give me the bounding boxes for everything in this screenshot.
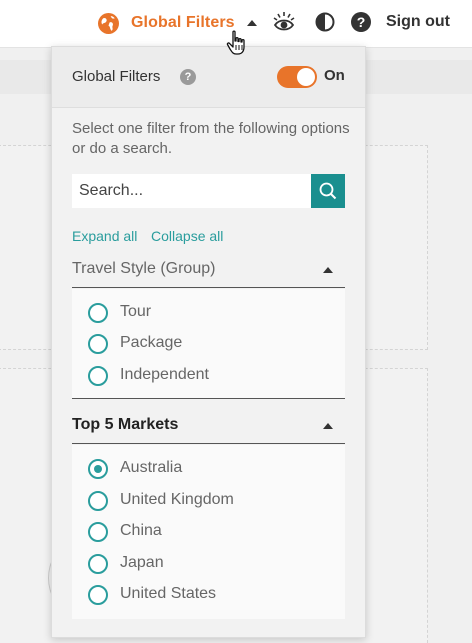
search-input[interactable] [72,174,311,208]
group-title: Travel Style (Group) [72,260,216,277]
filter-instructions: Select one filter from the following opt… [72,120,350,157]
radio-option-tour[interactable]: Tour [72,299,345,327]
radio-button[interactable] [88,366,108,386]
radio-button-selected[interactable] [88,459,108,479]
global-filters-label[interactable]: Global Filters [131,14,235,32]
panel-header: Global Filters ? On [52,47,365,108]
eye-icon[interactable] [273,11,295,33]
help-icon[interactable]: ? [351,12,371,32]
group-title: Top 5 Markets [72,416,179,433]
option-label: United Kingdom [120,491,234,508]
hand-cursor-icon [226,30,245,55]
search-icon [319,182,337,200]
caret-up-icon[interactable] [323,267,333,273]
collapse-all-link[interactable]: Collapse all [151,228,223,244]
radio-button[interactable] [88,303,108,323]
filter-group-top-5-markets[interactable]: Top 5 Markets [72,408,345,444]
option-label: Independent [120,366,209,383]
search-button[interactable] [311,174,345,208]
radio-button[interactable] [88,554,108,574]
option-label: China [120,522,162,539]
global-filters-toggle[interactable] [277,66,317,88]
radio-option-independent[interactable]: Independent [72,362,345,390]
top-5-markets-options: Australia United Kingdom China Japan Uni… [72,445,345,619]
expand-all-link[interactable]: Expand all [72,228,137,244]
option-label: United States [120,585,217,602]
caret-up-icon[interactable] [323,423,333,429]
radio-option-united-kingdom[interactable]: United Kingdom [72,487,345,515]
radio-option-australia[interactable]: Australia [72,455,345,483]
radio-option-china[interactable]: China [72,518,345,546]
radio-option-package[interactable]: Package [72,330,345,358]
help-icon[interactable]: ? [180,69,196,85]
radio-button[interactable] [88,522,108,542]
option-label: Tour [120,303,152,320]
radio-option-united-states[interactable]: United States [72,581,345,609]
option-label: Package [120,334,183,351]
sign-out-link[interactable]: Sign out [386,13,450,31]
option-label: Japan [120,554,164,571]
panel-title: Global Filters [72,68,161,85]
travel-style-options: Tour Package Independent [72,289,345,399]
toggle-state-label: On [324,67,345,84]
contrast-icon[interactable] [315,12,335,32]
toggle-knob [297,68,315,86]
filter-group-travel-style[interactable]: Travel Style (Group) [72,252,345,288]
caret-up-icon[interactable] [246,20,257,26]
global-filters-dropdown: Global Filters ? On Select one filter fr… [51,46,366,638]
radio-button[interactable] [88,585,108,605]
option-label: Australia [120,459,183,476]
radio-option-japan[interactable]: Japan [72,550,345,578]
radio-button[interactable] [88,491,108,511]
radio-button[interactable] [88,334,108,354]
globe-icon [98,12,119,34]
